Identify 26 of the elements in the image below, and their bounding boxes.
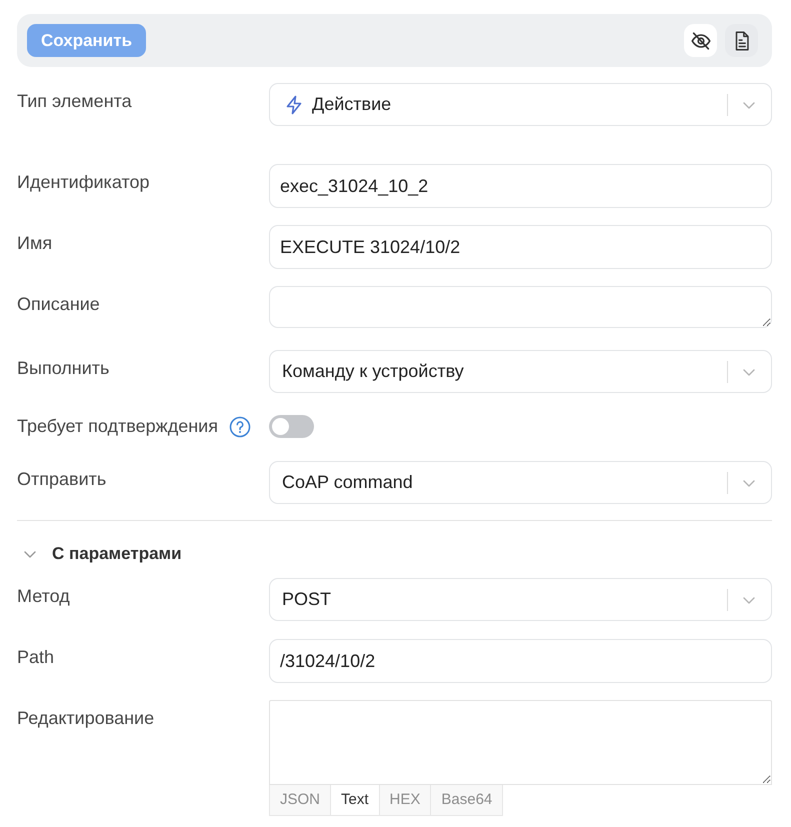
text-field[interactable]: exec_31024_10_2 (269, 164, 772, 208)
select-field[interactable]: Действие (269, 83, 772, 126)
text-field[interactable]: /31024/10/2 (269, 639, 772, 683)
lightning-icon (285, 94, 303, 114)
select-field[interactable]: POST (269, 578, 772, 621)
select-field[interactable]: CoAP command (269, 461, 772, 504)
field-label: Требует подтверждения (17, 416, 218, 437)
document-button[interactable] (725, 24, 758, 57)
eye-slash-icon (690, 30, 712, 52)
select-field[interactable]: Команду к устройству (269, 350, 772, 393)
field-label: Идентификатор (17, 172, 150, 193)
help-icon (228, 416, 251, 438)
field-label: Редактирование (17, 708, 154, 729)
toggle-switch[interactable] (269, 415, 314, 438)
field-label: Тип элемента (17, 91, 132, 112)
format-tab[interactable]: Text (331, 785, 380, 816)
field-label: Метод (17, 586, 70, 607)
field-label: Имя (17, 233, 52, 254)
section-title[interactable]: С параметрами (52, 541, 182, 567)
field-label: Path (17, 647, 54, 668)
field-label: Описание (17, 294, 100, 315)
text-field[interactable]: EXECUTE 31024/10/2 (269, 225, 772, 269)
eye-slash-button[interactable] (684, 24, 717, 57)
field-label: Выполнить (17, 358, 110, 379)
editor-field[interactable] (269, 700, 772, 785)
field-label: Отправить (17, 469, 106, 490)
